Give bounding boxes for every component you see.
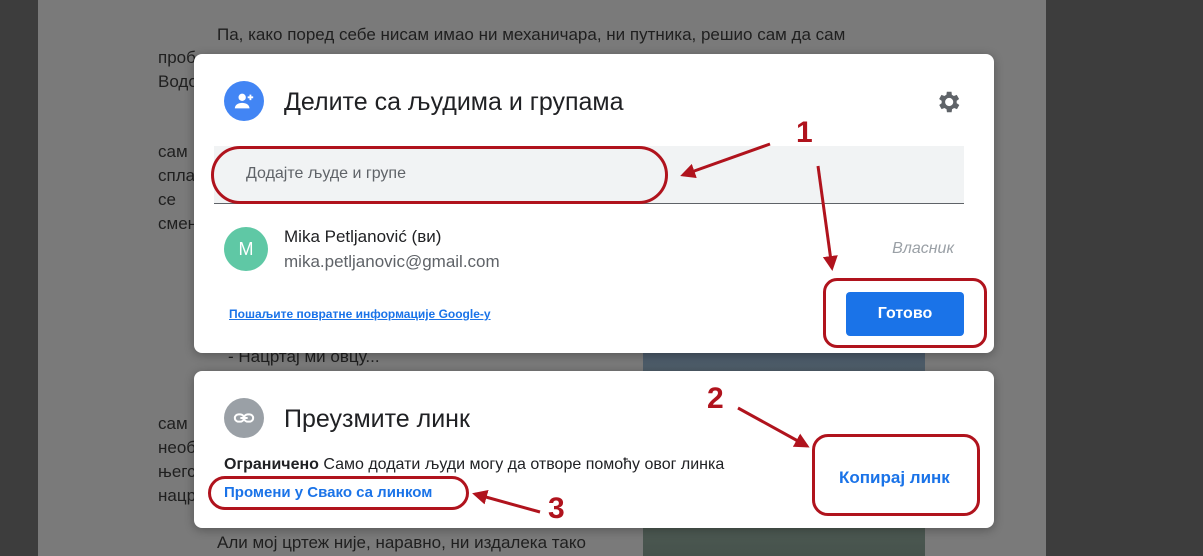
arrow-1-to-done: [816, 165, 838, 271]
annotation-arrows: [472, 142, 838, 514]
arrow-2-to-copy: [737, 406, 810, 448]
arrow-3-to-change: [472, 489, 541, 514]
arrow-1-to-field: [680, 142, 771, 179]
annotation-number-3: 3: [548, 492, 565, 525]
annotation-number-1: 1: [796, 116, 813, 149]
annotation-number-2: 2: [707, 382, 724, 415]
